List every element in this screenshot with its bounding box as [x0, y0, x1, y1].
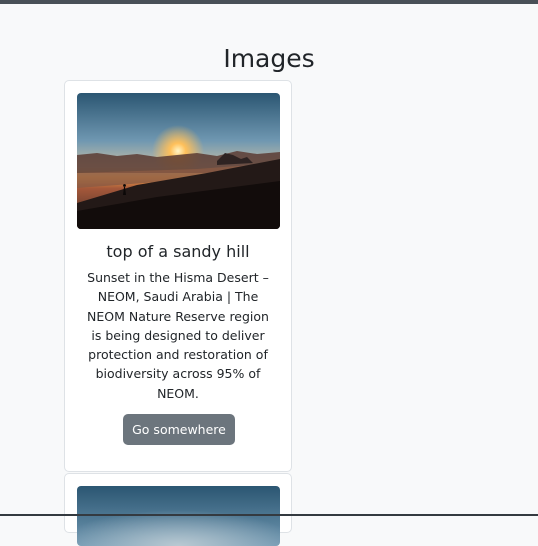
card-image — [77, 93, 280, 229]
card-text: Sunset in the Hisma Desert – NEOM, Saudi… — [87, 270, 269, 401]
image-card — [64, 473, 292, 546]
image-card: top of a sandy hill Sunset in the Hisma … — [64, 80, 292, 472]
card-title: top of a sandy hill — [106, 242, 250, 261]
card-image — [77, 486, 280, 546]
page-title: Images — [223, 44, 315, 73]
go-somewhere-button[interactable]: Go somewhere — [123, 414, 235, 445]
top-border — [0, 0, 538, 4]
